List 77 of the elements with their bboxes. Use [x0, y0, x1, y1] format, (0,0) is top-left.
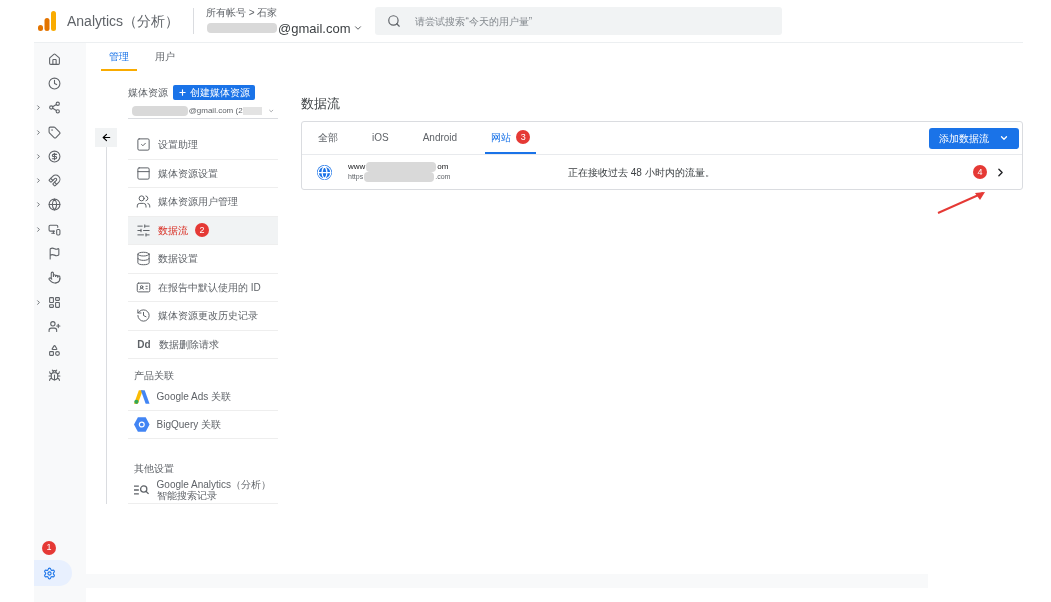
- redaction: [207, 23, 278, 33]
- redaction: [364, 172, 435, 182]
- bar-chart-logo: [38, 11, 56, 31]
- count-badge: 1: [42, 540, 56, 555]
- database-icon: [136, 251, 151, 267]
- breadcrumb: 所有帐号 > 石家: [206, 7, 279, 18]
- admin-button[interactable]: [34, 560, 72, 586]
- section-heading: 其他设置: [133, 462, 175, 476]
- redaction: [242, 106, 262, 115]
- people-icon: [136, 194, 151, 210]
- clock-icon: [47, 76, 61, 90]
- id-card-icon: [136, 279, 151, 295]
- section-label: 媒体资源: [128, 86, 168, 100]
- menu-item[interactable]: 媒体资源更改历史记录: [128, 302, 278, 331]
- link-item[interactable]: BigQuery 关联: [128, 411, 278, 439]
- home-icon: [47, 52, 61, 66]
- redaction: [366, 162, 437, 172]
- tab[interactable]: 全部: [312, 122, 344, 154]
- pointer-icon: [47, 271, 61, 285]
- ads-logo: [134, 389, 150, 404]
- history-icon: [136, 308, 151, 324]
- person-add-icon: [47, 319, 61, 333]
- dollar-icon: [47, 149, 61, 163]
- count-badge: 4: [973, 165, 987, 179]
- menu-item[interactable]: 数据流 2: [128, 216, 278, 245]
- link-item[interactable]: Google Ads 关联: [128, 383, 278, 411]
- flag-icon: [47, 247, 61, 260]
- tab[interactable]: Android: [416, 122, 464, 154]
- search-input[interactable]: 请尝试搜索“今天的用户量”: [415, 13, 771, 29]
- search-icon: [387, 14, 402, 28]
- stream-status: 正在接收过去 48 小时内的流量。: [568, 165, 715, 180]
- search-field[interactable]: 请尝试搜索“今天的用户量”: [375, 7, 783, 35]
- back-arrow-icon: [100, 132, 112, 143]
- layout-icon: [136, 165, 151, 181]
- account-selector[interactable]: @gmail.com: [206, 21, 364, 35]
- tab[interactable]: iOS: [366, 122, 395, 154]
- dd-icon: Dd: [136, 336, 152, 352]
- section-heading: 产品关联: [133, 369, 175, 383]
- tab[interactable]: 网站 3: [485, 122, 537, 154]
- create-property-button[interactable]: 创建媒体资源: [173, 85, 255, 100]
- caret-icon: [999, 133, 1009, 143]
- menu-item[interactable]: 在报告中默认使用的 ID: [128, 273, 278, 302]
- stream-name: om: [437, 162, 449, 172]
- settings-icon: [43, 566, 56, 580]
- sliders-icon: [136, 222, 151, 238]
- tab[interactable]: 用户: [147, 43, 183, 71]
- dashboard-icon: [47, 295, 61, 309]
- menu-item[interactable]: 数据设置: [128, 245, 278, 274]
- bigquery-logo: [134, 417, 150, 432]
- menu-item[interactable]: Dd 数据删除请求: [128, 330, 278, 359]
- back-button[interactable]: [95, 128, 117, 147]
- annotation-arrow: [937, 190, 987, 214]
- page-title: 数据流: [301, 95, 341, 113]
- search-list-icon: [134, 483, 150, 496]
- stream-name: www: [348, 162, 366, 172]
- count-badge: 3: [516, 130, 531, 144]
- add-stream-button[interactable]: 添加数据流: [929, 127, 1019, 149]
- tab[interactable]: 管理: [101, 43, 137, 71]
- count-badge: 2: [195, 223, 209, 238]
- tag-icon: [47, 125, 61, 139]
- redaction: [132, 105, 188, 116]
- link-item[interactable]: Google Analytics（分析）智能搜索记录: [128, 476, 278, 504]
- menu-item[interactable]: 媒体资源用户管理: [128, 188, 278, 217]
- checkbox-icon: [136, 137, 151, 153]
- menu-item[interactable]: 媒体资源设置: [128, 159, 278, 188]
- plus-icon: [178, 88, 187, 97]
- globe-icon: [317, 164, 332, 180]
- product-name: Analytics（分析）: [67, 11, 180, 31]
- property-selector[interactable]: @gmail.com (2: [128, 103, 278, 119]
- branch-icon: [47, 101, 61, 115]
- menu-item[interactable]: 设置助理: [128, 131, 278, 160]
- caret-icon: [353, 23, 364, 33]
- magnet-icon: [47, 174, 61, 188]
- globe-icon: [47, 198, 61, 212]
- shapes-icon: [47, 344, 61, 358]
- devices-icon: [47, 222, 61, 236]
- bug-icon: [47, 368, 61, 382]
